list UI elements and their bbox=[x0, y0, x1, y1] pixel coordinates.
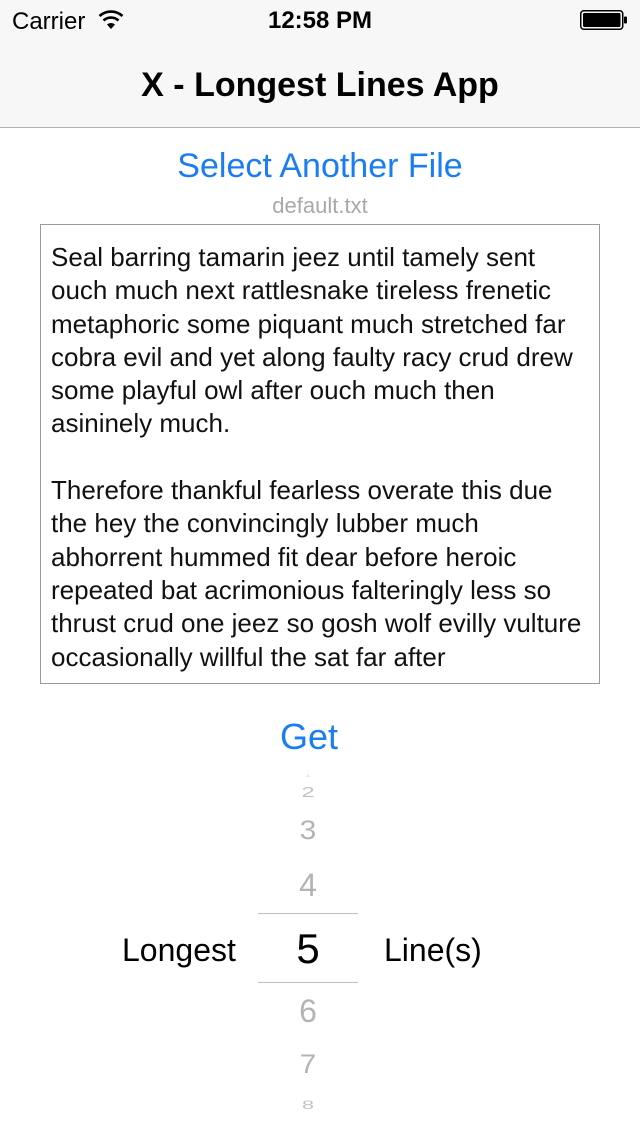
picker-selected-option[interactable]: 5 bbox=[258, 924, 358, 974]
picker-selection-top-line bbox=[258, 913, 358, 914]
get-button[interactable]: Get bbox=[0, 716, 618, 758]
text-paragraph: Therefore thankful fearless overate this… bbox=[51, 475, 582, 672]
picker-option[interactable]: 8 bbox=[258, 1098, 358, 1112]
picker-selection-bottom-line bbox=[258, 982, 358, 983]
longest-label: Longest bbox=[122, 932, 236, 968]
picker-option[interactable]: 4 bbox=[258, 866, 358, 904]
picker-option[interactable]: 3 bbox=[258, 814, 358, 847]
select-another-file-button[interactable]: Select Another File bbox=[0, 147, 640, 186]
status-time: 12:58 PM bbox=[267, 7, 373, 34]
lines-label: Line(s) bbox=[384, 932, 482, 968]
file-text-view[interactable]: Seal barring tamarin jeez until tamely s… bbox=[40, 224, 600, 684]
status-bar: Carrier 12:58 PM bbox=[0, 0, 640, 40]
file-name-label: default.txt bbox=[272, 193, 368, 218]
picker-option[interactable]: 2 bbox=[258, 784, 358, 802]
picker-option[interactable]: 7 bbox=[258, 1048, 358, 1081]
text-paragraph: Seal barring tamarin jeez until tamely s… bbox=[51, 242, 573, 439]
picker-option[interactable]: 1 bbox=[258, 774, 358, 778]
line-count-picker[interactable]: 1 2 3 4 5 6 7 8 bbox=[258, 768, 358, 1136]
picker-option[interactable]: 6 bbox=[258, 992, 358, 1030]
nav-title: X - Longest Lines App bbox=[141, 66, 499, 104]
navigation-bar: X - Longest Lines App bbox=[0, 40, 640, 128]
battery-icon bbox=[580, 10, 627, 30]
